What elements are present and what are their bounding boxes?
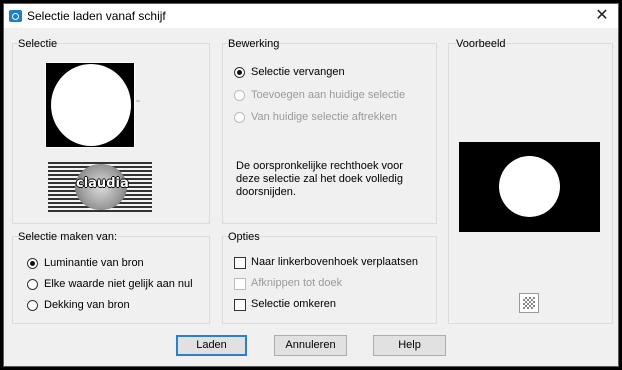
radio-dekking-label: Dekking van bron: [44, 299, 130, 311]
help-button[interactable]: Help: [373, 335, 446, 356]
source-preview-image[interactable]: claudia: [48, 162, 152, 212]
cancel-button[interactable]: Annuleren: [274, 335, 347, 356]
preview-circle-shape: [499, 156, 560, 217]
bewerking-group-label: Bewerking: [228, 38, 280, 50]
check-afknippen-label: Afknippen tot doek: [251, 277, 343, 289]
radio-toevoegen-label: Toevoegen aan huidige selectie: [251, 89, 406, 101]
window-title: Selectie laden vanaf schijf: [27, 9, 166, 23]
radio-selectie-vervangen-control[interactable]: [234, 67, 245, 78]
thumbnail-scroll-marker-icon: [136, 100, 140, 102]
source-preview-label: claudia: [76, 176, 129, 191]
check-linkerbovenhoek-label: Naar linkerbovenhoek verplaatsen: [251, 256, 418, 268]
check-afknippen-box: [234, 278, 246, 290]
voorbeeld-group-label: Voorbeeld: [456, 38, 506, 50]
opties-group-label: Opties: [228, 231, 260, 243]
radio-selectie-vervangen-label: Selectie vervangen: [251, 66, 345, 78]
preview-canvas: [459, 142, 600, 232]
radio-luminantie-label: Luminantie van bron: [44, 257, 144, 269]
selection-thumbnail[interactable]: [45, 62, 135, 148]
checker-pattern: [523, 297, 535, 309]
radio-aftrekken-label: Van huidige selectie aftrekken: [251, 111, 397, 123]
radio-toevoegen-control: [234, 90, 245, 101]
radio-dekking-control[interactable]: [27, 300, 38, 311]
check-omkeren-box[interactable]: [234, 299, 246, 311]
check-omkeren-label: Selectie omkeren: [251, 298, 336, 310]
radio-luminantie-control[interactable]: [27, 258, 38, 269]
radio-niet-nul-label: Elke waarde niet gelijk aan nul: [44, 278, 193, 290]
transparency-toggle-icon[interactable]: [519, 293, 539, 313]
maken-group-label: Selectie maken van:: [18, 231, 118, 243]
selectie-group-label: Selectie: [18, 38, 58, 50]
selection-circle-shape: [51, 64, 131, 146]
close-button[interactable]: ✕: [592, 6, 612, 26]
check-linkerbovenhoek-box[interactable]: [234, 257, 246, 269]
app-icon: [9, 10, 22, 22]
radio-niet-nul-control[interactable]: [27, 279, 38, 290]
radio-aftrekken-control: [234, 112, 245, 123]
load-button[interactable]: Laden: [176, 335, 247, 356]
title-bar: Selectie laden vanaf schijf ✕: [4, 4, 618, 28]
bewerking-note: De oorspronkelijke rechthoek voor deze s…: [236, 160, 403, 198]
